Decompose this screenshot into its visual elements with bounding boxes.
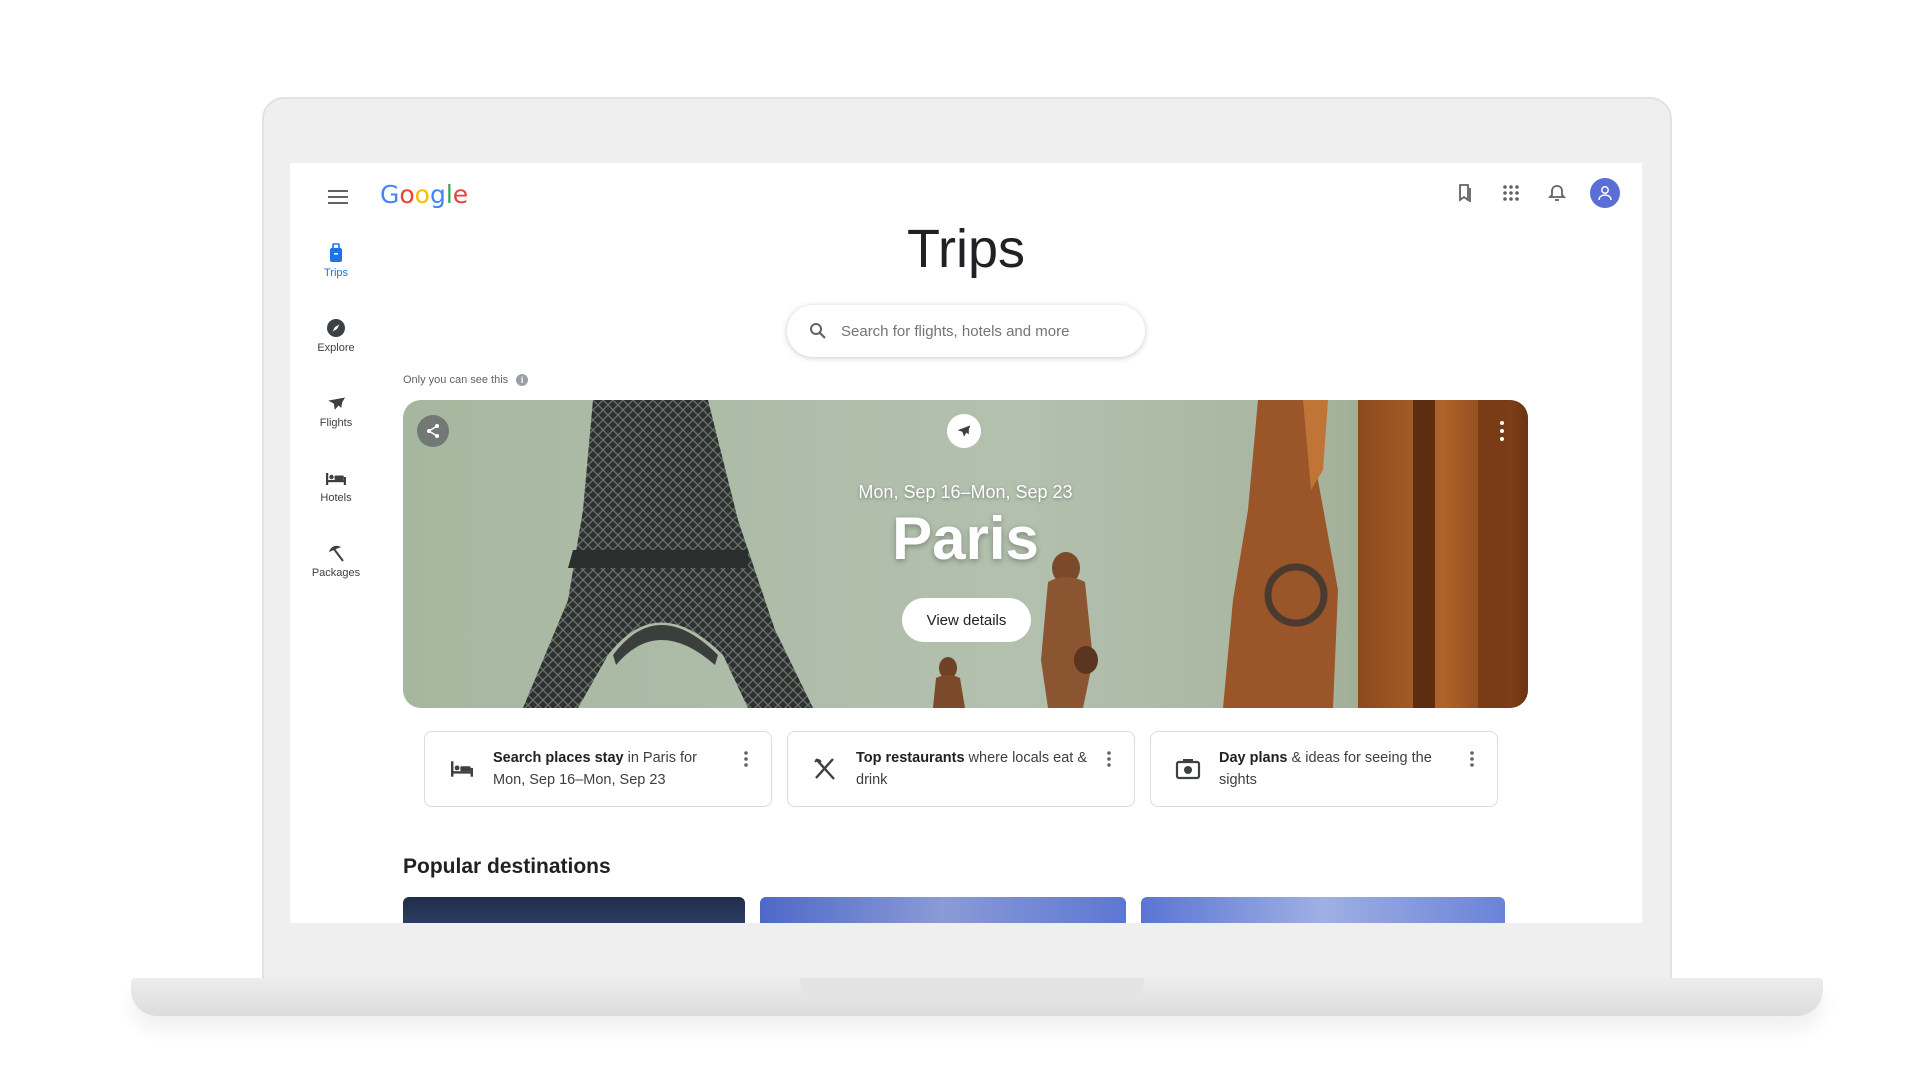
nav-item-flights[interactable]: Flights bbox=[290, 393, 382, 468]
nav-label-hotels: Hotels bbox=[320, 492, 352, 504]
google-logo[interactable]: Google bbox=[380, 180, 468, 209]
nav-label-explore: Explore bbox=[317, 342, 355, 354]
info-icon[interactable]: i bbox=[516, 374, 529, 386]
logo-letter: o bbox=[414, 180, 430, 209]
card-text: Top restaurants where locals eat & drink bbox=[856, 747, 1096, 791]
card-text: Day plans & ideas for seeing the sights bbox=[1219, 747, 1459, 791]
private-note-text: Only you can see this bbox=[403, 374, 509, 386]
left-nav: Trips Explore Flights Hotels Packages bbox=[290, 243, 382, 618]
logo-letter: e bbox=[452, 180, 469, 209]
screen: Google Trips Explore Flights Hotels Pack… bbox=[290, 163, 1642, 923]
nav-item-explore[interactable]: Explore bbox=[290, 318, 382, 393]
nav-label-packages: Packages bbox=[311, 567, 361, 579]
laptop-notch bbox=[800, 978, 1144, 998]
compass-icon bbox=[327, 319, 345, 337]
destination-card[interactable] bbox=[1141, 897, 1505, 923]
apps-grid-icon[interactable] bbox=[1498, 180, 1524, 206]
trip-city: Paris bbox=[892, 505, 1039, 572]
suggestion-card-day-plans[interactable]: Day plans & ideas for seeing the sights bbox=[1150, 731, 1498, 807]
search-input[interactable] bbox=[841, 322, 1121, 340]
beach-umbrella-icon bbox=[329, 545, 344, 562]
hotel-bed-icon bbox=[445, 758, 479, 780]
trip-hero-card[interactable]: Mon, Sep 16–Mon, Sep 23 Paris View detai… bbox=[403, 400, 1528, 708]
private-note: Only you can see this i bbox=[403, 374, 529, 386]
suggestion-card-restaurants[interactable]: Top restaurants where locals eat & drink bbox=[787, 731, 1135, 807]
flight-status-badge bbox=[947, 414, 981, 448]
airplane-icon bbox=[957, 425, 971, 437]
nav-item-packages[interactable]: Packages bbox=[290, 543, 382, 618]
notifications-bell-icon[interactable] bbox=[1544, 180, 1570, 206]
share-button[interactable] bbox=[417, 415, 449, 447]
more-options-icon[interactable] bbox=[1106, 750, 1112, 768]
card-text: Search places stay in Paris for Mon, Sep… bbox=[493, 747, 733, 791]
main-menu-button[interactable] bbox=[326, 186, 350, 210]
share-icon bbox=[427, 424, 439, 438]
logo-letter: g bbox=[429, 180, 446, 209]
search-bar[interactable] bbox=[787, 305, 1145, 357]
saved-bookmarks-icon[interactable] bbox=[1452, 180, 1478, 206]
card-title: Top restaurants bbox=[856, 750, 965, 766]
bed-icon bbox=[326, 473, 346, 485]
logo-letter: G bbox=[380, 180, 400, 209]
destination-card[interactable] bbox=[403, 897, 745, 923]
page-title: Trips bbox=[907, 219, 1025, 279]
suggestion-card-hotels[interactable]: Search places stay in Paris for Mon, Sep… bbox=[424, 731, 772, 807]
nav-item-hotels[interactable]: Hotels bbox=[290, 468, 382, 543]
logo-letter: l bbox=[445, 180, 453, 209]
suggestion-cards: Search places stay in Paris for Mon, Sep… bbox=[424, 731, 1498, 807]
more-options-icon[interactable] bbox=[1469, 750, 1475, 768]
hero-more-options-icon[interactable] bbox=[1498, 418, 1506, 444]
logo-letter: o bbox=[399, 180, 415, 209]
trip-dates: Mon, Sep 16–Mon, Sep 23 bbox=[858, 482, 1073, 502]
card-title: Search places stay bbox=[493, 750, 624, 766]
restaurant-icon bbox=[808, 756, 842, 782]
airplane-icon bbox=[328, 397, 346, 410]
top-actions bbox=[1452, 178, 1620, 208]
search-icon bbox=[810, 323, 826, 339]
more-options-icon[interactable] bbox=[743, 750, 749, 768]
account-avatar[interactable] bbox=[1590, 178, 1620, 208]
nav-label-flights: Flights bbox=[319, 417, 353, 429]
destination-card[interactable] bbox=[760, 897, 1126, 923]
view-details-button[interactable]: View details bbox=[902, 598, 1031, 642]
popular-destinations-title: Popular destinations bbox=[403, 855, 611, 878]
camera-icon bbox=[1171, 757, 1205, 781]
card-title: Day plans bbox=[1219, 750, 1288, 766]
